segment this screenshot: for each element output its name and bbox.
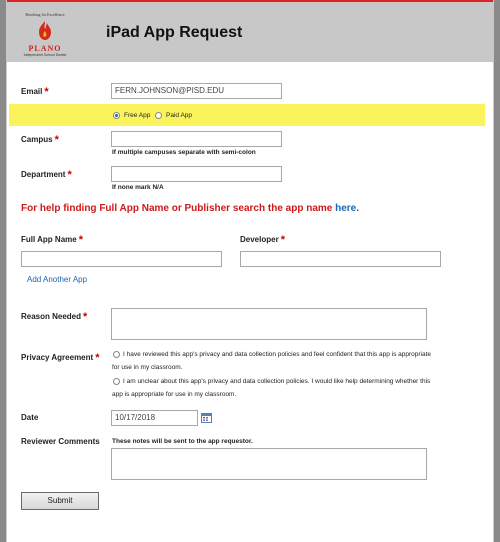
privacy-option-2-radio[interactable]	[113, 378, 120, 385]
reviewer-comments-note: These notes will be sent to the app requ…	[112, 438, 253, 445]
reviewer-comments-field[interactable]	[111, 448, 427, 480]
required-asterisk: *	[280, 234, 285, 246]
apple-flame-icon	[39, 21, 51, 40]
free-app-radio[interactable]	[113, 112, 120, 119]
submit-button[interactable]: Submit	[21, 492, 99, 510]
paid-app-radio[interactable]	[155, 112, 162, 119]
help-text: For help finding Full App Name or Publis…	[21, 203, 360, 214]
logo-tagline: Reaching for Excellence	[25, 12, 65, 17]
logo-name: PLANO	[28, 44, 62, 53]
full-app-name-field[interactable]	[21, 251, 222, 267]
email-field[interactable]: FERN.JOHNSON@PISD.EDU	[111, 83, 282, 99]
required-asterisk: *	[54, 134, 59, 146]
full-app-name-label: Full App Name *	[21, 234, 83, 246]
email-label: Email *	[21, 86, 49, 98]
department-field[interactable]	[111, 166, 282, 182]
privacy-option-1-radio[interactable]	[113, 351, 120, 358]
paid-app-label: Paid App	[166, 112, 193, 119]
privacy-option-2-text-cont: app is appropriate for use in my classro…	[112, 391, 237, 398]
campus-hint: If multiple campuses separate with semi-…	[112, 149, 256, 156]
department-hint: If none mark N/A	[112, 184, 164, 191]
reviewer-comments-label: Reviewer Comments	[21, 437, 100, 446]
add-another-app-link[interactable]: Add Another App	[27, 275, 87, 284]
required-asterisk: *	[83, 311, 88, 323]
reason-needed-label: Reason Needed *	[21, 311, 88, 323]
plano-isd-logo: Reaching for Excellence PLANO Independen…	[21, 12, 69, 58]
page-header: Reaching for Excellence PLANO Independen…	[7, 0, 493, 62]
page-title: iPad App Request	[106, 24, 243, 41]
developer-field[interactable]	[240, 251, 441, 267]
logo-subtitle: Independent School District	[23, 53, 67, 57]
date-field[interactable]: 10/17/2018	[111, 410, 198, 426]
privacy-option-2-text: I am unclear about this app's privacy an…	[123, 378, 431, 385]
required-asterisk: *	[67, 169, 72, 181]
required-asterisk: *	[44, 86, 49, 98]
campus-label: Campus *	[21, 134, 59, 146]
free-app-label: Free App	[124, 112, 151, 119]
app-type-band	[9, 104, 485, 126]
calendar-icon[interactable]	[201, 412, 212, 423]
privacy-option-1-text-cont: for use in my classroom.	[112, 364, 183, 371]
date-label: Date	[21, 413, 39, 422]
department-label: Department *	[21, 169, 72, 181]
required-asterisk: *	[78, 234, 83, 246]
help-here-link[interactable]: here	[335, 203, 356, 214]
privacy-agreement-label: Privacy Agreement *	[21, 352, 100, 364]
developer-label: Developer *	[240, 234, 285, 246]
privacy-option-1-text: I have reviewed this app's privacy and d…	[123, 351, 432, 358]
reason-needed-field[interactable]	[111, 308, 427, 340]
campus-field[interactable]	[111, 131, 282, 147]
required-asterisk: *	[95, 352, 100, 364]
